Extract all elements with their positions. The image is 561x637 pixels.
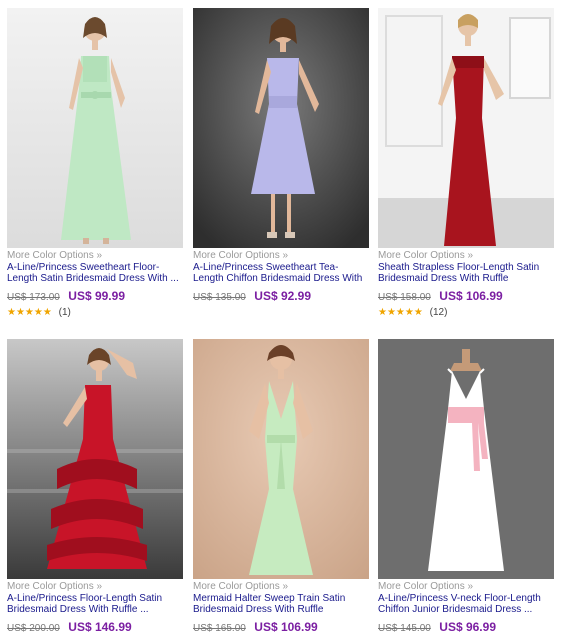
more-color-options-link[interactable]: More Color Options » xyxy=(378,581,554,593)
product-card: More Color Options » A-Line/Princess Flo… xyxy=(7,339,183,635)
product-image[interactable] xyxy=(378,339,554,579)
price-row: US$ 200.00 US$ 146.99 xyxy=(7,619,183,635)
sale-price: US$ 106.99 xyxy=(254,620,318,634)
product-card: More Color Options » A-Line/Princess Swe… xyxy=(7,8,183,320)
more-color-options-link[interactable]: More Color Options » xyxy=(7,250,183,262)
rating-row[interactable]: ★★★★★ (1) xyxy=(7,306,183,320)
original-price: US$ 165.00 xyxy=(193,623,246,634)
price-row: US$ 158.00 US$ 106.99 xyxy=(378,288,554,304)
product-card: More Color Options » A-Line/Princess Swe… xyxy=(193,8,369,304)
rating-row[interactable]: ★★★★★ (12) xyxy=(378,306,554,320)
sale-price: US$ 106.99 xyxy=(439,289,503,303)
sale-price: US$ 146.99 xyxy=(68,620,132,634)
more-color-options-link[interactable]: More Color Options » xyxy=(193,581,369,593)
product-image[interactable] xyxy=(193,8,369,248)
price-row: US$ 165.00 US$ 106.99 xyxy=(193,619,369,635)
dress-photo xyxy=(7,339,183,579)
original-price: US$ 158.00 xyxy=(378,292,431,303)
star-rating-icon: ★★★★★ xyxy=(7,307,52,318)
more-color-options-link[interactable]: More Color Options » xyxy=(378,250,554,262)
original-price: US$ 145.00 xyxy=(378,623,431,634)
product-grid: More Color Options » A-Line/Princess Swe… xyxy=(0,0,561,634)
price-row: US$ 173.00 US$ 99.99 xyxy=(7,288,183,304)
review-count: (1) xyxy=(58,307,71,318)
dress-photo xyxy=(378,8,554,248)
product-image[interactable] xyxy=(7,339,183,579)
more-color-options-link[interactable]: More Color Options » xyxy=(193,250,369,262)
price-row: US$ 135.00 US$ 92.99 xyxy=(193,288,369,304)
product-title-link[interactable]: A-Line/Princess Sweetheart Floor-Length … xyxy=(7,262,183,284)
star-rating-icon: ★★★★★ xyxy=(378,307,423,318)
product-title-link[interactable]: A-Line/Princess V-neck Floor-Length Chif… xyxy=(378,593,554,615)
product-title-link[interactable]: A-Line/Princess Sweetheart Tea-Length Ch… xyxy=(193,262,369,284)
more-color-options-link[interactable]: More Color Options » xyxy=(7,581,183,593)
product-card: More Color Options » Mermaid Halter Swee… xyxy=(193,339,369,635)
sale-price: US$ 96.99 xyxy=(439,620,496,634)
dress-photo xyxy=(378,339,554,579)
product-card: More Color Options » Sheath Strapless Fl… xyxy=(378,8,554,320)
original-price: US$ 135.00 xyxy=(193,292,246,303)
dress-photo xyxy=(7,8,183,248)
product-image[interactable] xyxy=(193,339,369,579)
sale-price: US$ 92.99 xyxy=(254,289,311,303)
product-card: More Color Options » A-Line/Princess V-n… xyxy=(378,339,554,635)
product-title-link[interactable]: A-Line/Princess Floor-Length Satin Bride… xyxy=(7,593,183,615)
original-price: US$ 200.00 xyxy=(7,623,60,634)
original-price: US$ 173.00 xyxy=(7,292,60,303)
price-row: US$ 145.00 US$ 96.99 xyxy=(378,619,554,635)
sale-price: US$ 99.99 xyxy=(68,289,125,303)
review-count: (12) xyxy=(429,307,448,318)
dress-photo xyxy=(193,8,369,248)
product-image[interactable] xyxy=(378,8,554,248)
product-title-link[interactable]: Mermaid Halter Sweep Train Satin Bridesm… xyxy=(193,593,369,615)
product-title-link[interactable]: Sheath Strapless Floor-Length Satin Brid… xyxy=(378,262,554,284)
product-image[interactable] xyxy=(7,8,183,248)
dress-photo xyxy=(193,339,369,579)
